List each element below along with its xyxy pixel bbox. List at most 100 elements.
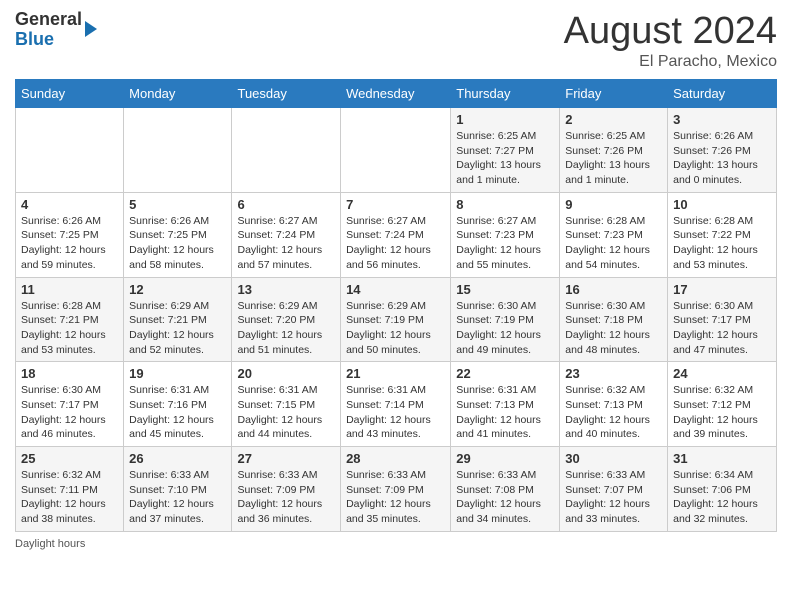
calendar-cell: 15 Sunrise: 6:30 AMSunset: 7:19 PMDayligh… — [451, 277, 560, 362]
calendar-cell: 2 Sunrise: 6:25 AMSunset: 7:26 PMDaylight… — [560, 108, 668, 193]
day-number: 9 — [565, 197, 662, 212]
day-info: Sunrise: 6:27 AMSunset: 7:23 PMDaylight:… — [456, 214, 554, 273]
day-info: Sunrise: 6:33 AMSunset: 7:09 PMDaylight:… — [237, 468, 335, 527]
calendar-cell: 29 Sunrise: 6:33 AMSunset: 7:08 PMDayligh… — [451, 447, 560, 532]
day-info: Sunrise: 6:26 AMSunset: 7:25 PMDaylight:… — [129, 214, 226, 273]
header: General Blue August 2024 El Paracho, Mex… — [15, 10, 777, 71]
logo-blue: Blue — [15, 29, 54, 49]
day-number: 26 — [129, 451, 226, 466]
day-number: 20 — [237, 366, 335, 381]
day-number: 3 — [673, 112, 771, 127]
day-info: Sunrise: 6:33 AMSunset: 7:07 PMDaylight:… — [565, 468, 662, 527]
logo-arrow-icon — [85, 21, 97, 37]
calendar-cell: 19 Sunrise: 6:31 AMSunset: 7:16 PMDayligh… — [124, 362, 232, 447]
calendar-cell: 17Sunrise: 6:30 AMSunset: 7:17 PMDayligh… — [668, 277, 777, 362]
day-info: Sunrise: 6:32 AMSunset: 7:11 PMDaylight:… — [21, 468, 118, 527]
calendar-cell: 21 Sunrise: 6:31 AMSunset: 7:14 PMDayligh… — [341, 362, 451, 447]
logo-text: General Blue — [15, 10, 82, 50]
day-info: Sunrise: 6:26 AMSunset: 7:25 PMDaylight:… — [21, 214, 118, 273]
day-info: Sunrise: 6:29 AMSunset: 7:20 PMDaylight:… — [237, 299, 335, 358]
day-number: 21 — [346, 366, 445, 381]
calendar-week-row: 25 Sunrise: 6:32 AMSunset: 7:11 PMDayligh… — [16, 447, 777, 532]
day-info: Sunrise: 6:33 AMSunset: 7:10 PMDaylight:… — [129, 468, 226, 527]
calendar-cell: 16Sunrise: 6:30 AMSunset: 7:18 PMDayligh… — [560, 277, 668, 362]
calendar-cell: 22Sunrise: 6:31 AMSunset: 7:13 PMDayligh… — [451, 362, 560, 447]
day-number: 31 — [673, 451, 771, 466]
calendar-cell: 6 Sunrise: 6:27 AMSunset: 7:24 PMDaylight… — [232, 192, 341, 277]
day-info: Sunrise: 6:28 AMSunset: 7:23 PMDaylight:… — [565, 214, 662, 273]
calendar-cell: 3 Sunrise: 6:26 AMSunset: 7:26 PMDaylight… — [668, 108, 777, 193]
day-info: Sunrise: 6:31 AMSunset: 7:15 PMDaylight:… — [237, 383, 335, 442]
day-number: 25 — [21, 451, 118, 466]
calendar-cell: 25 Sunrise: 6:32 AMSunset: 7:11 PMDayligh… — [16, 447, 124, 532]
header-day-wednesday: Wednesday — [341, 80, 451, 108]
day-info: Sunrise: 6:25 AMSunset: 7:26 PMDaylight:… — [565, 129, 662, 188]
calendar-table: SundayMondayTuesdayWednesdayThursdayFrid… — [15, 79, 777, 532]
calendar-cell: 27 Sunrise: 6:33 AMSunset: 7:09 PMDayligh… — [232, 447, 341, 532]
day-info: Sunrise: 6:27 AMSunset: 7:24 PMDaylight:… — [346, 214, 445, 273]
day-number: 24 — [673, 366, 771, 381]
day-info: Sunrise: 6:30 AMSunset: 7:17 PMDaylight:… — [673, 299, 771, 358]
calendar-cell: 8 Sunrise: 6:27 AMSunset: 7:23 PMDaylight… — [451, 192, 560, 277]
day-info: Sunrise: 6:33 AMSunset: 7:08 PMDaylight:… — [456, 468, 554, 527]
day-info: Sunrise: 6:30 AMSunset: 7:17 PMDaylight:… — [21, 383, 118, 442]
day-info: Sunrise: 6:32 AMSunset: 7:13 PMDaylight:… — [565, 383, 662, 442]
calendar-cell: 1 Sunrise: 6:25 AMSunset: 7:27 PMDaylight… — [451, 108, 560, 193]
day-number: 4 — [21, 197, 118, 212]
location-title: El Paracho, Mexico — [564, 53, 777, 71]
calendar-week-row: 4 Sunrise: 6:26 AMSunset: 7:25 PMDaylight… — [16, 192, 777, 277]
calendar-week-row: 1 Sunrise: 6:25 AMSunset: 7:27 PMDaylight… — [16, 108, 777, 193]
calendar-cell: 11Sunrise: 6:28 AMSunset: 7:21 PMDayligh… — [16, 277, 124, 362]
day-info: Sunrise: 6:31 AMSunset: 7:16 PMDaylight:… — [129, 383, 226, 442]
day-info: Sunrise: 6:25 AMSunset: 7:27 PMDaylight:… — [456, 129, 554, 188]
calendar-cell — [341, 108, 451, 193]
day-number: 19 — [129, 366, 226, 381]
day-number: 14 — [346, 282, 445, 297]
daylight-label: Daylight hours — [15, 538, 85, 550]
calendar-cell: 28Sunrise: 6:33 AMSunset: 7:09 PMDayligh… — [341, 447, 451, 532]
calendar-cell: 5 Sunrise: 6:26 AMSunset: 7:25 PMDaylight… — [124, 192, 232, 277]
calendar-week-row: 11Sunrise: 6:28 AMSunset: 7:21 PMDayligh… — [16, 277, 777, 362]
header-day-monday: Monday — [124, 80, 232, 108]
calendar-cell: 9 Sunrise: 6:28 AMSunset: 7:23 PMDaylight… — [560, 192, 668, 277]
day-number: 18 — [21, 366, 118, 381]
calendar-cell — [232, 108, 341, 193]
day-number: 6 — [237, 197, 335, 212]
title-area: August 2024 El Paracho, Mexico — [564, 10, 777, 71]
calendar-cell: 4 Sunrise: 6:26 AMSunset: 7:25 PMDaylight… — [16, 192, 124, 277]
day-number: 8 — [456, 197, 554, 212]
day-number: 11 — [21, 282, 118, 297]
logo-general: General — [15, 9, 82, 29]
footer: Daylight hours — [15, 538, 777, 550]
day-number: 15 — [456, 282, 554, 297]
calendar-cell: 20 Sunrise: 6:31 AMSunset: 7:15 PMDayligh… — [232, 362, 341, 447]
calendar-cell: 13 Sunrise: 6:29 AMSunset: 7:20 PMDayligh… — [232, 277, 341, 362]
header-day-sunday: Sunday — [16, 80, 124, 108]
header-day-friday: Friday — [560, 80, 668, 108]
day-number: 2 — [565, 112, 662, 127]
day-number: 30 — [565, 451, 662, 466]
calendar-cell: 23 Sunrise: 6:32 AMSunset: 7:13 PMDayligh… — [560, 362, 668, 447]
day-number: 27 — [237, 451, 335, 466]
day-number: 1 — [456, 112, 554, 127]
day-info: Sunrise: 6:30 AMSunset: 7:19 PMDaylight:… — [456, 299, 554, 358]
header-day-tuesday: Tuesday — [232, 80, 341, 108]
day-info: Sunrise: 6:31 AMSunset: 7:14 PMDaylight:… — [346, 383, 445, 442]
calendar-cell — [124, 108, 232, 193]
day-info: Sunrise: 6:27 AMSunset: 7:24 PMDaylight:… — [237, 214, 335, 273]
day-number: 5 — [129, 197, 226, 212]
calendar-cell: 30 Sunrise: 6:33 AMSunset: 7:07 PMDayligh… — [560, 447, 668, 532]
logo: General Blue — [15, 10, 97, 50]
day-info: Sunrise: 6:26 AMSunset: 7:26 PMDaylight:… — [673, 129, 771, 188]
calendar-header-row: SundayMondayTuesdayWednesdayThursdayFrid… — [16, 80, 777, 108]
calendar-cell: 24 Sunrise: 6:32 AMSunset: 7:12 PMDayligh… — [668, 362, 777, 447]
day-number: 29 — [456, 451, 554, 466]
calendar-cell: 7 Sunrise: 6:27 AMSunset: 7:24 PMDaylight… — [341, 192, 451, 277]
day-info: Sunrise: 6:32 AMSunset: 7:12 PMDaylight:… — [673, 383, 771, 442]
day-number: 13 — [237, 282, 335, 297]
day-number: 12 — [129, 282, 226, 297]
day-info: Sunrise: 6:28 AMSunset: 7:22 PMDaylight:… — [673, 214, 771, 273]
day-number: 10 — [673, 197, 771, 212]
day-number: 23 — [565, 366, 662, 381]
day-number: 7 — [346, 197, 445, 212]
